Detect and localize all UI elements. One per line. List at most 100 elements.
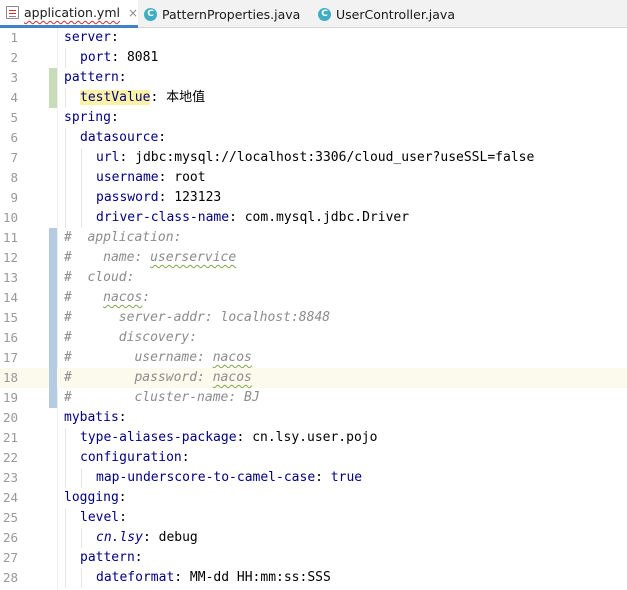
vcs-modified-marker[interactable] <box>49 248 57 268</box>
indent-guide <box>65 168 66 188</box>
yaml-colon: : <box>110 110 119 125</box>
yaml-entry: map-underscore-to-camel-case: true <box>96 468 362 488</box>
indent-guide <box>65 468 66 488</box>
yaml-key: server <box>64 30 111 45</box>
line-number: 12 <box>2 250 18 265</box>
code-line[interactable]: 6 datasource: <box>0 128 627 148</box>
yaml-colon: : <box>142 530 151 545</box>
code-line[interactable]: 4 testValue: 本地值 <box>0 88 627 108</box>
yaml-colon: : <box>110 30 119 45</box>
vcs-modified-marker[interactable] <box>49 288 57 308</box>
comment-text: # cloud: <box>64 270 135 285</box>
code-line[interactable]: 28 dateformat: MM-dd HH:mm:ss:SSS <box>0 568 627 588</box>
comment-text: # server-addr: localhost:8848 <box>64 310 331 325</box>
line-number: 18 <box>2 370 18 385</box>
line-number: 22 <box>2 450 18 465</box>
line-number: 16 <box>2 330 18 345</box>
yaml-key: mybatis <box>64 410 119 425</box>
yaml-entry: level: <box>80 508 127 528</box>
code-line[interactable]: 20 mybatis: <box>0 408 627 428</box>
line-number: 11 <box>2 230 18 245</box>
yaml-entry: configuration: <box>80 448 190 468</box>
code-line[interactable]: 21 type-aliases-package: cn.lsy.user.pojo <box>0 428 627 448</box>
line-number: 26 <box>2 530 18 545</box>
code-line[interactable]: 7 url: jdbc:mysql://localhost:3306/cloud_… <box>0 148 627 168</box>
comment-text: # name: userservice <box>64 250 237 265</box>
line-number: 13 <box>2 270 18 285</box>
yaml-colon: : <box>119 510 127 525</box>
code-line[interactable]: 5 spring: <box>0 108 627 128</box>
vcs-modified-marker[interactable] <box>49 328 57 348</box>
code-line[interactable]: 18 # password: nacos <box>0 368 627 388</box>
yaml-entry: url: jdbc:mysql://localhost:3306/cloud_u… <box>96 148 534 168</box>
line-number: 4 <box>10 90 18 105</box>
code-line[interactable]: 16 # discovery: <box>0 328 627 348</box>
code-line[interactable]: 2 port: 8081 <box>0 48 627 68</box>
yaml-value: debug <box>150 530 198 545</box>
line-number: 21 <box>2 430 18 445</box>
yaml-colon: : <box>111 50 120 65</box>
vcs-added-marker[interactable] <box>49 68 57 88</box>
code-line[interactable]: 13 # cloud: <box>0 268 627 288</box>
yaml-colon: : <box>118 410 127 425</box>
comment-text: # password: nacos <box>64 370 252 385</box>
code-line[interactable]: 10 driver-class-name: com.mysql.jdbc.Driv… <box>0 208 627 228</box>
code-line[interactable]: 8 username: root <box>0 168 627 188</box>
line-number: 27 <box>2 550 18 565</box>
tab-application-yml[interactable]: application.yml × <box>0 0 138 28</box>
code-line[interactable]: 9 password: 123123 <box>0 188 627 208</box>
yaml-colon: : <box>181 450 190 465</box>
comment-text: # discovery: <box>64 330 198 345</box>
yaml-entry: username: root <box>96 168 206 188</box>
yaml-entry: type-aliases-package: cn.lsy.user.pojo <box>80 428 377 448</box>
vcs-modified-marker[interactable] <box>49 268 57 288</box>
indent-guide <box>65 148 66 168</box>
tab-usercontroller-java[interactable]: C UserController.java <box>312 0 472 28</box>
vcs-modified-marker[interactable] <box>49 308 57 328</box>
code-line[interactable]: 12 # name: userservice <box>0 248 627 268</box>
line-number: 20 <box>2 410 18 425</box>
line-number: 17 <box>2 350 18 365</box>
code-line[interactable]: 1 server: <box>0 28 627 48</box>
yaml-colon: : <box>174 570 183 585</box>
tab-patternproperties-java[interactable]: C PatternProperties.java <box>138 0 312 28</box>
yaml-key: port <box>80 50 112 65</box>
vcs-modified-marker[interactable] <box>49 368 57 388</box>
yaml-entry: driver-class-name: com.mysql.jdbc.Driver <box>96 208 409 228</box>
vcs-modified-marker[interactable] <box>49 228 57 248</box>
indent-guide <box>81 528 82 548</box>
code-line[interactable]: 26 cn.lsy: debug <box>0 528 627 548</box>
code-line[interactable]: 19 # cluster-name: BJ <box>0 388 627 408</box>
vcs-modified-marker[interactable] <box>49 388 57 408</box>
close-tab-icon[interactable]: × <box>128 6 138 20</box>
indent-guide <box>65 48 66 68</box>
yaml-key: pattern <box>64 70 119 85</box>
yaml-entry: port: 8081 <box>80 48 158 68</box>
line-number: 24 <box>2 490 18 505</box>
code-line[interactable]: 15 # server-addr: localhost:8848 <box>0 308 627 328</box>
yaml-key: logging <box>64 490 119 505</box>
code-line[interactable]: 24 logging: <box>0 488 627 508</box>
code-line[interactable]: 25 level: <box>0 508 627 528</box>
indent-guide <box>65 528 66 548</box>
vcs-modified-marker[interactable] <box>49 348 57 368</box>
code-line[interactable]: 27 pattern: <box>0 548 627 568</box>
yaml-value: 本地值 <box>158 90 206 105</box>
yaml-value: cn.lsy.user.pojo <box>244 430 378 445</box>
comment-text: # application: <box>64 230 182 245</box>
code-line[interactable]: 11 # application: <box>0 228 627 248</box>
yaml-key: testValue <box>80 90 151 105</box>
indent-guide <box>81 468 82 488</box>
indent-guide <box>65 508 66 528</box>
line-number: 1 <box>10 30 18 45</box>
code-editor[interactable]: 1 server: 2 port: 8081 3 pattern: 4 testValue: … <box>0 28 627 590</box>
code-line[interactable]: 14 # nacos: <box>0 288 627 308</box>
code-line[interactable]: 3 pattern: <box>0 68 627 88</box>
code-line[interactable]: 17 # username: nacos <box>0 348 627 368</box>
yaml-key: spring <box>64 110 111 125</box>
code-line[interactable]: 23 map-underscore-to-camel-case: true <box>0 468 627 488</box>
code-line[interactable]: 22 configuration: <box>0 448 627 468</box>
vcs-added-marker[interactable] <box>49 88 57 108</box>
yaml-key: password <box>96 190 159 205</box>
line-number: 10 <box>2 210 18 225</box>
